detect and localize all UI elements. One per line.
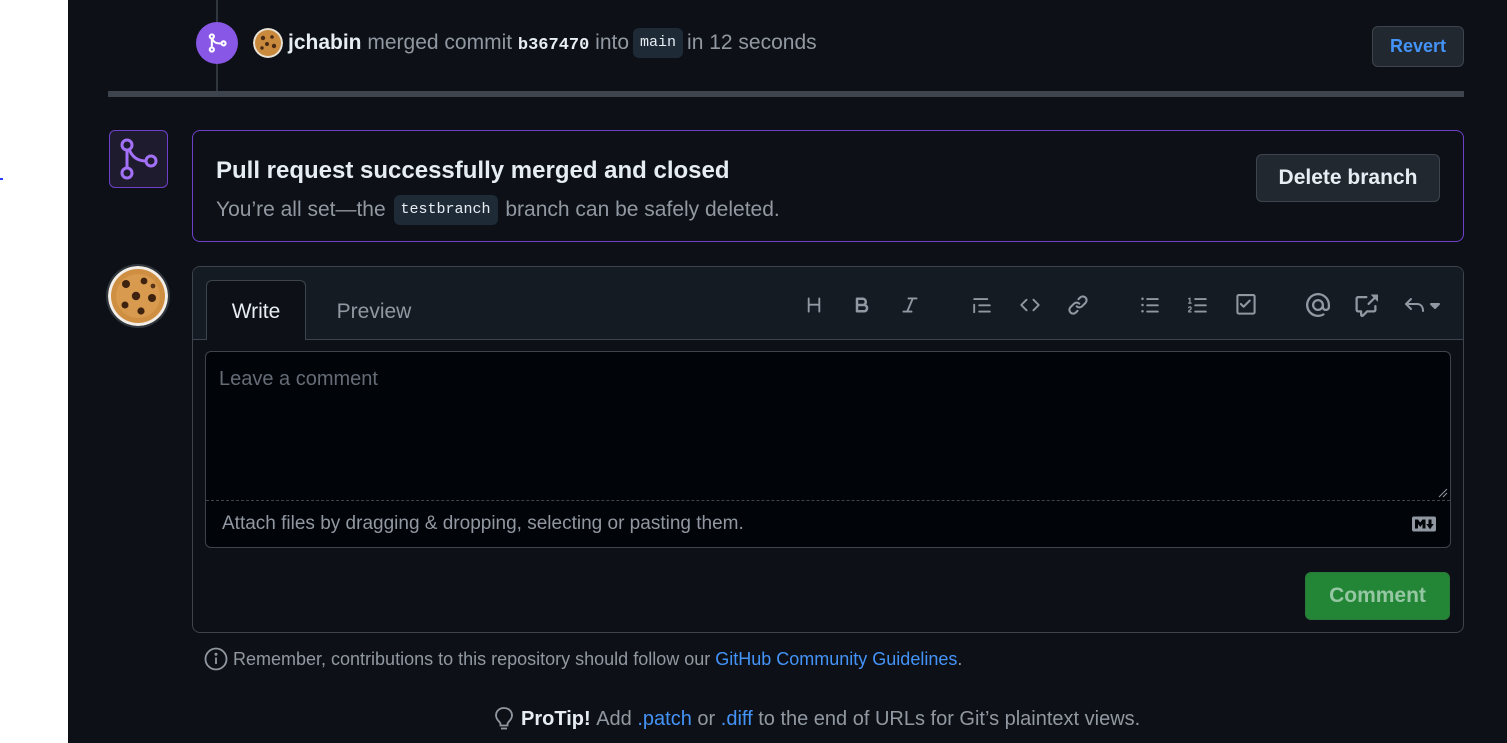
protip-or: or bbox=[697, 708, 716, 730]
tab-write[interactable]: Write bbox=[206, 280, 306, 340]
code-icon[interactable] bbox=[1015, 287, 1045, 323]
saved-replies-icon[interactable] bbox=[1401, 287, 1447, 323]
file-attachment-bar[interactable]: Attach files by dragging & dropping, sel… bbox=[206, 500, 1450, 547]
bold-icon[interactable] bbox=[847, 287, 877, 323]
event-into: into bbox=[595, 31, 630, 54]
ordered-list-icon[interactable] bbox=[1183, 287, 1213, 323]
guidelines-suffix: . bbox=[957, 649, 963, 669]
comment-field-wrapper: Attach files by dragging & dropping, sel… bbox=[205, 351, 1451, 548]
target-branch-label[interactable]: main bbox=[633, 28, 684, 59]
comment-textarea[interactable] bbox=[206, 352, 1450, 500]
resize-handle-icon[interactable] bbox=[1436, 486, 1448, 498]
heading-icon[interactable] bbox=[799, 287, 829, 323]
protip-label: ProTip! bbox=[521, 708, 591, 730]
info-icon bbox=[204, 647, 228, 671]
merge-event-text: jchabin merged commit b367470 into main in… bbox=[288, 28, 817, 61]
event-action: merged commit bbox=[367, 31, 513, 54]
git-merge-icon bbox=[120, 138, 157, 180]
merge-status-prefix: You’re all set—the bbox=[216, 198, 386, 221]
guidelines-prefix: Remember, contributions to this reposito… bbox=[233, 649, 711, 669]
cross-reference-icon[interactable] bbox=[1351, 287, 1381, 323]
quote-icon[interactable] bbox=[967, 287, 997, 323]
contribution-guidelines-note: Remember, contributions to this reposito… bbox=[204, 646, 962, 672]
comment-composer: Write Preview Leave a comment Attach fil… bbox=[192, 266, 1464, 633]
patch-link[interactable]: .patch bbox=[637, 705, 691, 733]
protip-note: ProTip! Add .patch or .diff to the end o… bbox=[493, 705, 1140, 733]
unordered-list-icon[interactable] bbox=[1135, 287, 1165, 323]
attach-files-text: Attach files by dragging & dropping, sel… bbox=[222, 513, 744, 534]
task-list-icon[interactable] bbox=[1231, 287, 1261, 323]
merge-status-box: Pull request successfully merged and clo… bbox=[192, 130, 1464, 242]
timeline-divider bbox=[108, 91, 1464, 97]
branch-name-label: testbranch bbox=[393, 195, 498, 226]
author-link[interactable]: jchabin bbox=[288, 31, 362, 54]
italic-icon[interactable] bbox=[895, 287, 925, 323]
merge-status-title: Pull request successfully merged and clo… bbox=[216, 157, 730, 184]
git-merge-icon bbox=[208, 33, 227, 53]
left-gutter-mark bbox=[0, 178, 3, 180]
commit-sha-link[interactable]: b367470 bbox=[518, 36, 589, 55]
left-gutter bbox=[0, 0, 68, 743]
tab-preview[interactable]: Preview bbox=[322, 280, 426, 342]
event-time[interactable]: in 12 seconds bbox=[687, 31, 817, 54]
current-user-avatar[interactable] bbox=[108, 266, 168, 326]
link-icon[interactable] bbox=[1063, 287, 1093, 323]
protip-add: Add bbox=[596, 708, 632, 730]
merge-status-suffix: branch can be safely deleted. bbox=[505, 198, 780, 221]
diff-link[interactable]: .diff bbox=[721, 705, 753, 733]
merge-status-subtitle: You’re all set—the testbranch branch can… bbox=[216, 194, 780, 226]
mention-icon[interactable] bbox=[1303, 287, 1333, 323]
markdown-icon[interactable] bbox=[1412, 516, 1436, 532]
composer-header: Write Preview bbox=[193, 267, 1463, 340]
revert-button[interactable]: Revert bbox=[1372, 26, 1464, 67]
delete-branch-button[interactable]: Delete branch bbox=[1256, 154, 1440, 202]
author-avatar[interactable] bbox=[253, 28, 283, 58]
protip-suffix: to the end of URLs for Git’s plaintext v… bbox=[758, 708, 1141, 730]
community-guidelines-link[interactable]: GitHub Community Guidelines bbox=[715, 646, 957, 672]
comment-button[interactable]: Comment bbox=[1305, 572, 1450, 620]
merge-event-badge bbox=[196, 22, 238, 64]
light-bulb-icon bbox=[495, 707, 513, 730]
merged-status-icon-box bbox=[109, 130, 168, 188]
